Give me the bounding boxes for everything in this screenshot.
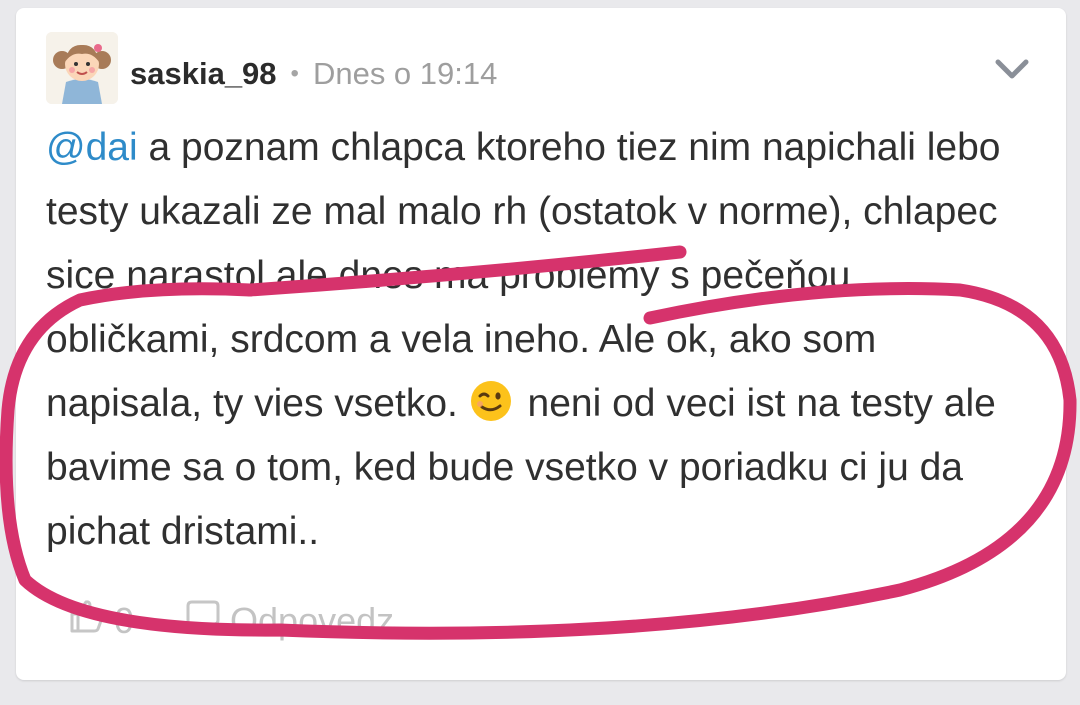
like-button[interactable]: 0: [68, 598, 134, 643]
author-name[interactable]: saskia_98: [130, 56, 277, 92]
like-count: 0: [114, 599, 135, 641]
avatar[interactable]: [46, 32, 118, 104]
reply-label: Odpovedz: [230, 599, 395, 641]
speech-bubble-icon: [182, 598, 222, 643]
girl-avatar-icon: [46, 32, 118, 104]
comment-actions: 0 Odpovedz: [68, 598, 394, 643]
thumbs-up-icon: [68, 598, 106, 643]
timestamp: Dnes o 19:14: [312, 56, 498, 91]
chevron-down-icon[interactable]: [992, 54, 1032, 84]
wink-emoji-icon: [469, 379, 513, 423]
comment-card: saskia_98 • Dnes o 19:14 @dai a poznam c…: [16, 8, 1066, 680]
separator-dot: •: [290, 60, 299, 87]
comment-text-part1: a poznam chlapca ktoreho tiez nim napich…: [46, 126, 1001, 425]
comment-body: @dai a poznam chlapca ktoreho tiez nim n…: [46, 116, 1036, 564]
reply-button[interactable]: Odpovedz: [182, 598, 394, 643]
mention-link[interactable]: @dai: [46, 126, 138, 169]
comment-header: saskia_98 • Dnes o 19:14: [130, 54, 497, 94]
